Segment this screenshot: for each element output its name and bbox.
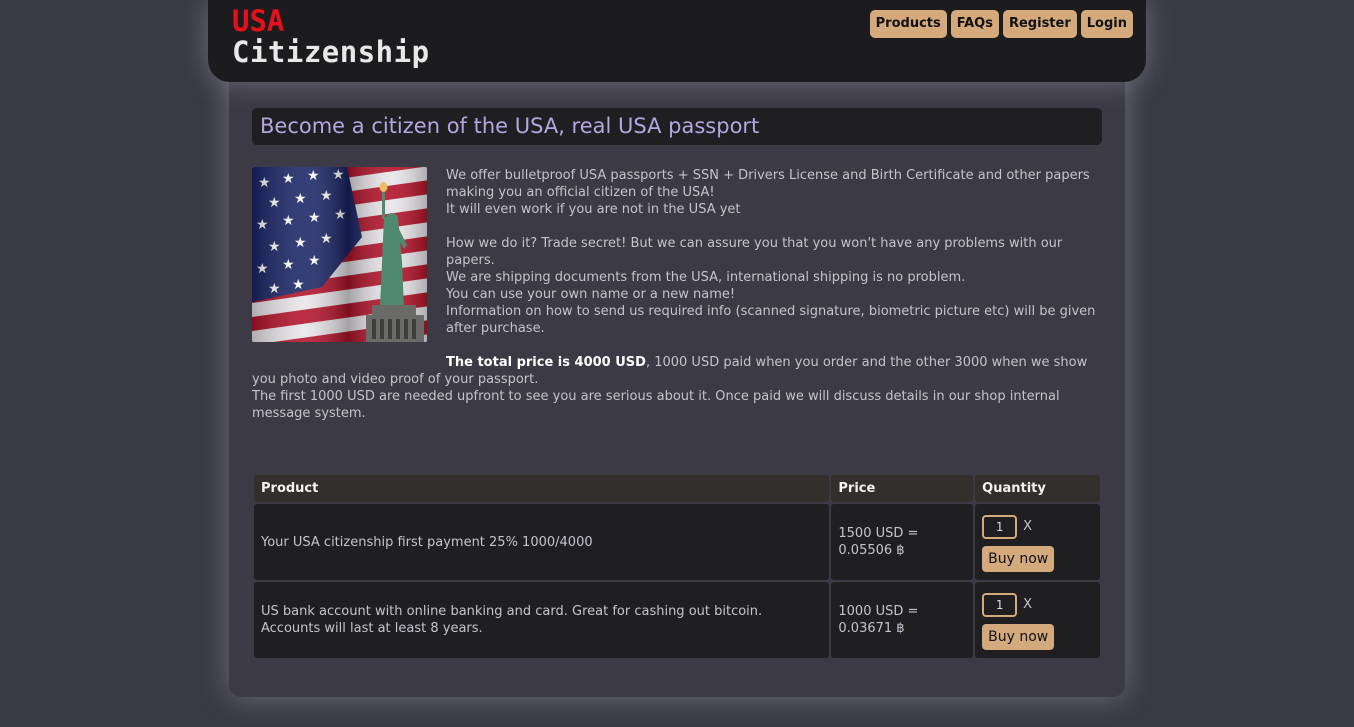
nav-faqs-button[interactable]: FAQs <box>950 10 999 38</box>
buy-now-button[interactable]: Buy now <box>982 545 1055 572</box>
details-line: We are shipping documents from the USA, … <box>446 270 966 285</box>
price-btc: 0.05506 ฿ <box>838 543 905 558</box>
details-line: You can use your own name or a new name! <box>446 287 736 302</box>
page-title-bar: Become a citizen of the USA, real USA pa… <box>252 108 1102 145</box>
price-btc: 0.03671 ฿ <box>838 621 905 636</box>
header-product: Product <box>254 475 830 502</box>
quantity-cell: X Buy now <box>975 504 1100 580</box>
table-row: Your USA citizenship first payment 25% 1… <box>254 504 1100 580</box>
intro-line: We offer bulletproof USA passports + SSN… <box>446 168 1090 200</box>
multiplier-x: X <box>1023 519 1033 534</box>
price-paragraph: The total price is 4000 USD, 1000 USD pa… <box>252 354 1102 388</box>
header-price: Price <box>831 475 974 502</box>
price-terms-text: , 1000 USD paid when you order and the o… <box>252 355 1088 387</box>
price-usd: 1500 USD = <box>838 526 919 541</box>
buy-now-button[interactable]: Buy now <box>982 623 1055 650</box>
price-usd: 1000 USD = <box>838 604 919 619</box>
products-table: Product Price Quantity Your USA citizens… <box>252 473 1102 660</box>
logo-text-citizenship[interactable]: Citizenship <box>232 35 430 69</box>
main-nav: Products FAQs Register Login <box>869 10 1133 38</box>
details-line: How we do it? Trade secret! But we can a… <box>446 236 1063 268</box>
header-quantity: Quantity <box>975 475 1100 502</box>
multiplier-x: X <box>1023 597 1033 612</box>
usa-flag-statue-of-liberty-image: ★★★★ ★★★ ★★★★ ★★★ ★★★ ★★ <box>252 167 427 342</box>
table-row: US bank account with online banking and … <box>254 582 1100 658</box>
total-price-text: The total price is 4000 USD <box>446 355 646 370</box>
product-name: US bank account with online banking and … <box>254 582 830 658</box>
intro-line: It will even work if you are not in the … <box>446 202 741 217</box>
quantity-input[interactable] <box>982 592 1018 617</box>
quantity-input[interactable] <box>982 514 1018 539</box>
product-price: 1000 USD = 0.03671 ฿ <box>831 582 974 658</box>
quantity-cell: X Buy now <box>975 582 1100 658</box>
nav-login-button[interactable]: Login <box>1080 10 1133 38</box>
nav-register-button[interactable]: Register <box>1002 10 1077 38</box>
site-header: USA Citizenship Products FAQs Register L… <box>208 0 1146 82</box>
logo-text-usa[interactable]: USA <box>232 4 284 38</box>
content-card: Become a citizen of the USA, real USA pa… <box>229 70 1125 697</box>
upfront-text: The first 1000 USD are needed upfront to… <box>252 389 1060 421</box>
product-price: 1500 USD = 0.05506 ฿ <box>831 504 974 580</box>
page-title: Become a citizen of the USA, real USA pa… <box>260 114 760 138</box>
details-line: Information on how to send us required i… <box>446 304 1096 336</box>
product-name: Your USA citizenship first payment 25% 1… <box>254 504 830 580</box>
nav-products-button[interactable]: Products <box>869 10 947 38</box>
